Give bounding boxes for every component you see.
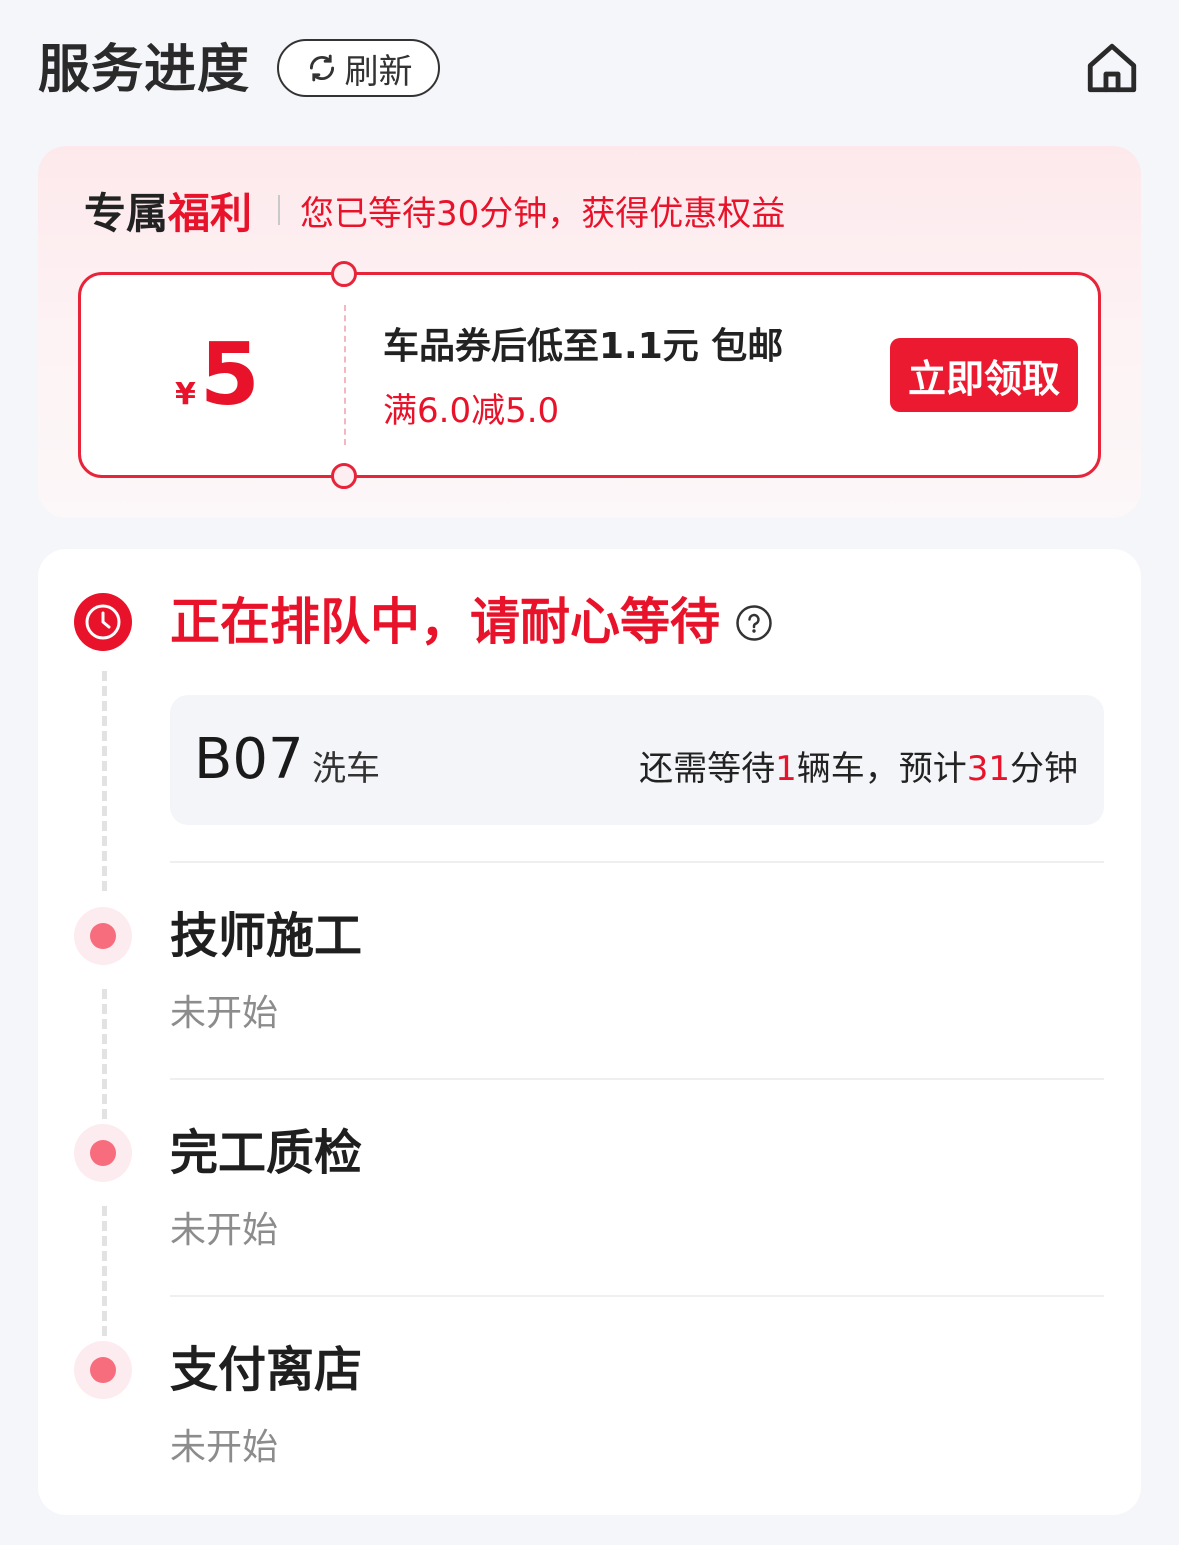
benefit-header: 专属 福利 您已等待30分钟，获得优惠权益 (84, 184, 786, 238)
exclusive-benefit-card: 专属 福利 您已等待30分钟，获得优惠权益 ¥ 5 车品券后低至1.1元 包邮 … (38, 146, 1141, 518)
divider (170, 861, 1104, 863)
coupon-divider (344, 305, 346, 445)
coupon-currency: ¥ (175, 377, 196, 412)
benefit-title-part2: 福利 (168, 188, 253, 238)
step-dot (74, 1341, 132, 1399)
timeline-connector (102, 1206, 107, 1336)
step-dot (74, 907, 132, 965)
current-status-title: 正在排队中，请耐心等待 (170, 593, 720, 651)
coupon-title: 车品券后低至1.1元 包邮 (383, 326, 784, 367)
refresh-button[interactable]: 刷新 (277, 39, 440, 97)
wait-prefix: 还需等待 (639, 749, 776, 789)
claim-coupon-button[interactable]: 立即领取 (890, 338, 1078, 412)
step-title: 完工质检 (170, 1125, 363, 1181)
benefit-separator (278, 195, 281, 225)
queue-service: 洗车 (312, 749, 380, 789)
step-status: 未开始 (170, 1427, 279, 1468)
cars-ahead-count: 1 (775, 749, 797, 789)
queue-number: B07 (194, 727, 304, 792)
benefit-title-part1: 专属 (84, 188, 169, 238)
refresh-label: 刷新 (344, 51, 413, 92)
coupon-notch-bottom (331, 463, 357, 489)
home-icon[interactable] (1083, 38, 1141, 98)
benefit-subtitle: 您已等待30分钟，获得优惠权益 (300, 193, 786, 234)
step-title: 支付离店 (170, 1342, 363, 1398)
divider (170, 1295, 1104, 1297)
step-dot (74, 1124, 132, 1182)
service-progress-page: 服务进度 刷新 专属 福利 您已等待30分钟，获得优惠权益 ¥ 5 车品券后低至… (0, 0, 1179, 1545)
coupon-condition: 满6.0减5.0 (383, 391, 560, 431)
wait-middle: 辆车，预计 (796, 749, 967, 789)
step-title: 技师施工 (170, 908, 363, 964)
coupon-notch-top (331, 261, 357, 287)
estimated-minutes: 31 (966, 749, 1010, 789)
timeline-connector (102, 671, 107, 891)
step-status: 未开始 (170, 993, 279, 1034)
queue-wait-info: 还需等待1辆车，预计31分钟 (639, 741, 1078, 790)
help-icon[interactable] (735, 604, 773, 642)
wait-suffix: 分钟 (1010, 749, 1078, 789)
progress-card: 正在排队中，请耐心等待 B07 洗车 还需等待1辆车，预计31分钟 技师施工 未… (38, 549, 1141, 1515)
queue-info-box: B07 洗车 还需等待1辆车，预计31分钟 (170, 695, 1104, 825)
refresh-icon (309, 54, 334, 82)
coupon-value: 5 (199, 325, 260, 425)
coupon: ¥ 5 车品券后低至1.1元 包邮 满6.0减5.0 立即领取 (78, 261, 1101, 489)
timeline-connector (102, 989, 107, 1119)
page-title: 服务进度 (38, 40, 251, 100)
clock-icon (74, 593, 132, 651)
step-status: 未开始 (170, 1210, 279, 1251)
header: 服务进度 刷新 (38, 36, 1141, 102)
divider (170, 1078, 1104, 1080)
coupon-amount: ¥ 5 (175, 327, 260, 423)
